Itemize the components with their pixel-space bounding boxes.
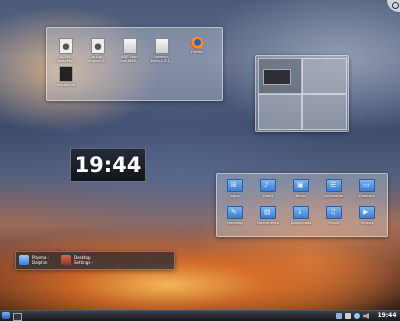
desktop-icon-item[interactable]: KDE-Four- Live.i686-... — [117, 38, 143, 63]
folder-icon: ✎ — [227, 206, 243, 219]
folder-item[interactable]: ⊞ apps — [223, 179, 247, 198]
task-item-dolphin[interactable]: Plasma - Dolphin — [19, 254, 57, 267]
task-switcher: Plasma - Dolphin Desktop Settings - — [15, 251, 175, 270]
pager-desktop-1[interactable] — [258, 58, 302, 94]
folder-label: Collovation — [323, 193, 345, 198]
gear-icon — [91, 38, 105, 54]
folder-label: Develop — [227, 220, 243, 225]
folder-icon: ▶ — [359, 206, 375, 219]
folder-icon: ♫ — [326, 206, 342, 219]
terminal-icon — [59, 66, 73, 82]
network-icon[interactable] — [336, 313, 342, 319]
desktop-icon-item[interactable]: Firefox — [184, 37, 210, 54]
desktop-icon-item[interactable]: nvidia.run — [53, 66, 79, 87]
folder-item[interactable]: ▶ Videos — [355, 206, 379, 225]
dolphin-icon — [19, 255, 29, 265]
folder-label: Documents — [257, 220, 279, 225]
folder-item[interactable]: ☰ Collovation — [322, 179, 346, 198]
pager-desktop-4[interactable] — [302, 94, 347, 130]
settings-icon — [61, 255, 71, 265]
desktop-icon-item[interactable]: kdesvn- build-1.6.1... — [149, 38, 175, 63]
folder-item[interactable]: ▤ Documents — [256, 206, 280, 225]
folder-view-widget: ⊞ apps ♪ Band ▣ Bilder ☰ Collovation ▭ D… — [216, 173, 388, 237]
folder-label: Band — [263, 193, 273, 198]
icon-label: KDE-Four- Live.i686-... — [119, 55, 141, 64]
digital-clock-widget: 19:44 — [70, 148, 146, 182]
icon-label: kdesvn- build-1.6.1... — [150, 55, 174, 64]
kickoff-menu-icon[interactable] — [2, 312, 10, 319]
folder-item[interactable]: ▣ Bilder — [289, 179, 313, 198]
document-icon — [155, 38, 169, 54]
task-item-desktop-settings[interactable]: Desktop Settings - — [61, 254, 111, 267]
pager-desktop-2[interactable] — [302, 58, 347, 94]
folder-icon: ↓ — [293, 206, 309, 219]
pager-window-thumbnail — [263, 69, 291, 85]
notification-icon[interactable] — [345, 313, 351, 319]
gear-icon — [59, 38, 73, 54]
folder-label: Musik — [328, 220, 340, 225]
volume-icon[interactable] — [363, 313, 369, 319]
icon-label: Firefox — [191, 50, 203, 54]
desktop-folder-widget: 8136X- GlassyFlat... gtk-qt- engine-1...… — [46, 27, 223, 101]
folder-item[interactable]: ▭ Desktop — [355, 179, 379, 198]
icon-label: gtk-qt- engine-1... — [88, 55, 108, 64]
desktop-toolbox-icon[interactable] — [387, 0, 400, 12]
folder-icon: ▭ — [359, 179, 375, 192]
task-label-line2: Dolphin — [32, 260, 48, 265]
icon-label: 8136X- GlassyFlat... — [55, 55, 77, 64]
system-tray — [334, 312, 374, 320]
folder-label: Desktop — [359, 193, 375, 198]
task-label-line2: Settings - — [74, 260, 94, 265]
folder-icon: ▤ — [260, 206, 276, 219]
folder-label: Downloads — [290, 220, 312, 225]
firefox-icon — [191, 37, 203, 49]
folder-icon: ☰ — [326, 179, 342, 192]
document-icon — [123, 38, 137, 54]
folder-label: Bilder — [295, 193, 307, 198]
folder-item[interactable]: ↓ Downloads — [289, 206, 313, 225]
taskbar: 19:44 — [0, 310, 400, 321]
folder-item[interactable]: ♫ Musik — [322, 206, 346, 225]
pager-widget — [255, 55, 349, 132]
device-notifier-icon[interactable] — [354, 313, 360, 319]
desktop-icon-item[interactable]: 8136X- GlassyFlat... — [53, 38, 79, 63]
desktop-icon-item[interactable]: gtk-qt- engine-1... — [85, 38, 111, 63]
plasma-logo-icon — [392, 2, 399, 9]
folder-icon: ▣ — [293, 179, 309, 192]
folder-item[interactable]: ✎ Develop — [223, 206, 247, 225]
folder-icon: ♪ — [260, 179, 276, 192]
folder-label: apps — [230, 193, 240, 198]
folder-icon: ⊞ — [227, 179, 243, 192]
folder-label: Videos — [360, 220, 374, 225]
icon-label: nvidia.run — [56, 83, 76, 87]
pager-desktop-3[interactable] — [258, 94, 302, 130]
folder-item[interactable]: ♪ Band — [256, 179, 280, 198]
